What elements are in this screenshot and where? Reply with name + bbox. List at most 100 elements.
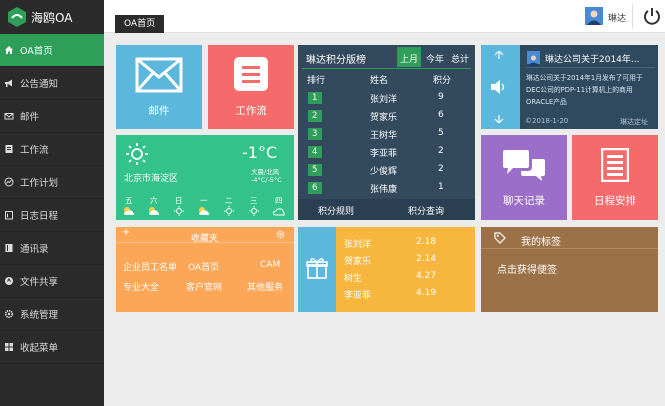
sidebar-item-collapse[interactable]: 收起菜单	[0, 331, 104, 364]
tab-this-year[interactable]: 今年	[426, 52, 444, 65]
sidebar-item-workplan[interactable]: 工作计划	[0, 166, 104, 199]
cloudy-icon	[124, 207, 135, 215]
rank-badge: 6	[308, 182, 322, 194]
logo-icon	[8, 7, 26, 27]
gift-value: 4.19	[416, 288, 437, 298]
rank-badge: 2	[308, 110, 322, 122]
chart-icon	[4, 177, 14, 187]
sun-icon	[224, 206, 234, 216]
plus-icon[interactable]: +	[122, 227, 130, 238]
sidebar-item-home[interactable]: OA首页	[0, 34, 104, 67]
day-label: 一	[200, 196, 208, 205]
logo-text: 海鸥OA	[31, 10, 73, 25]
rank-name: 贺家乐	[370, 113, 398, 123]
workflow-tile[interactable]: 工作流	[208, 45, 294, 129]
rank-score: 9	[438, 92, 444, 102]
sidebar-item-label: OA首页	[20, 46, 53, 57]
divider	[481, 248, 658, 249]
cloudy-icon	[199, 207, 210, 215]
sidebar-item-workflow[interactable]: 工作流	[0, 133, 104, 166]
power-icon[interactable]	[641, 5, 663, 27]
divider	[525, 67, 655, 68]
sidebar-item-log[interactable]: 日志日程	[0, 199, 104, 232]
rank-score: 5	[438, 128, 444, 138]
sidebar-item-label: 系统管理	[20, 310, 59, 321]
gift-value: 4.27	[416, 271, 437, 281]
sidebar-item-contacts[interactable]: 通讯录	[0, 232, 104, 265]
favorite-link[interactable]: 客户官网	[186, 280, 222, 293]
favorite-link[interactable]: 其他服务	[247, 280, 283, 293]
tags-title: 我的标签	[521, 237, 561, 248]
gift-name: 贺家乐	[344, 257, 372, 267]
tags-subtitle[interactable]: 点击获得便签	[497, 261, 557, 276]
gift-tile[interactable]: 张刘洋 2.18 贺家乐 2.14 树生 4.27 李亚菲 4.19	[298, 227, 475, 312]
chat-tile[interactable]: 聊天记录	[481, 135, 567, 220]
sidebar-item-label: 文件共享	[20, 277, 59, 288]
day-label: 二	[225, 196, 233, 205]
mail-tile[interactable]: 邮件	[116, 45, 202, 129]
score-query-link[interactable]: 积分查询	[408, 204, 444, 217]
schedule-tile[interactable]: 日程安排	[572, 135, 658, 220]
favorite-link[interactable]: CAM	[260, 260, 280, 270]
notice-title[interactable]: 琳达公司关于2014年...	[545, 52, 640, 65]
grid-icon	[5, 343, 13, 351]
temperature: -1°C	[242, 143, 278, 162]
avatar[interactable]	[585, 7, 603, 25]
top-bar: OA首页 琳达	[104, 0, 665, 33]
tab-last-month[interactable]: 上月	[397, 47, 421, 67]
home-icon	[5, 46, 13, 54]
notice-tile[interactable]: 琳达公司关于2014年... 琳达公司关于2014年1月发布了可用于DEC公司的…	[481, 45, 658, 129]
sidebar-item-label: 收起菜单	[20, 343, 59, 354]
tab-total[interactable]: 总计	[451, 52, 469, 65]
rank-name: 张伟康	[370, 185, 398, 195]
schedule-label: 日程安排	[594, 195, 636, 207]
weather-tile[interactable]: -1°C 北京市海淀区 大晨/北风 -4°C/-5°C 五 六 日 一 二 三 …	[116, 135, 294, 220]
rank-name: 少俊辉	[370, 167, 398, 177]
score-rules-link[interactable]: 积分规则	[318, 204, 354, 217]
logo[interactable]: 海鸥OA	[0, 0, 104, 34]
favorite-link[interactable]: OA首页	[188, 260, 219, 273]
speaker-icon	[491, 80, 505, 94]
location: 北京市海淀区	[124, 174, 179, 184]
sidebar-item-mail[interactable]: 邮件	[0, 100, 104, 133]
day-label: 日	[175, 196, 183, 205]
arrow-down-icon[interactable]	[494, 115, 504, 123]
user-icon	[587, 10, 601, 25]
ranking-title: 琳达积分版榜	[306, 55, 366, 66]
breadcrumb[interactable]: OA首页	[115, 15, 165, 33]
cloud-icon	[273, 208, 285, 216]
favorite-link[interactable]: 企业员工名单	[123, 260, 177, 273]
gear-icon[interactable]	[276, 230, 285, 239]
share-icon	[5, 277, 13, 285]
user-name[interactable]: 琳达	[608, 11, 626, 24]
list-icon	[234, 57, 268, 91]
temp-range: -4°C/-5°C	[251, 176, 282, 184]
sidebar-item-notice[interactable]: 公告通知	[0, 67, 104, 100]
tags-tile[interactable]: 我的标签 点击获得便签	[481, 227, 658, 312]
notice-date: ©2018-1-20	[525, 117, 569, 125]
rank-badge: 5	[308, 164, 322, 176]
favorites-tile: + 收藏夹 企业员工名单 OA首页 CAM 专业大全 客户官网 其他服务	[116, 227, 294, 312]
sun-icon	[174, 206, 184, 216]
calendar-icon	[5, 211, 13, 220]
envelope-icon	[135, 57, 183, 93]
sidebar: 海鸥OA OA首页 公告通知 邮件 工作流 工作计划 日志日程 通讯录 文件共享…	[0, 0, 104, 406]
rank-badge: 4	[308, 146, 322, 158]
notice-author: 琳达定址	[620, 118, 648, 126]
sidebar-item-fileshare[interactable]: 文件共享	[0, 265, 104, 298]
chat-label: 聊天记录	[503, 195, 545, 207]
favorite-link[interactable]: 专业大全	[123, 280, 159, 293]
schedule-icon	[601, 148, 629, 182]
avatar	[527, 51, 540, 66]
sidebar-item-system[interactable]: 系统管理	[0, 298, 104, 331]
gear-icon	[4, 309, 14, 319]
book-icon	[5, 244, 13, 252]
divider	[302, 68, 471, 69]
rank-score: 1	[438, 182, 444, 192]
day-label: 六	[150, 196, 158, 205]
day-label: 五	[125, 196, 133, 205]
sidebar-item-label: 公告通知	[20, 79, 59, 90]
divider	[632, 4, 633, 29]
arrow-up-icon[interactable]	[494, 51, 504, 59]
rank-name: 李亚菲	[370, 149, 398, 159]
